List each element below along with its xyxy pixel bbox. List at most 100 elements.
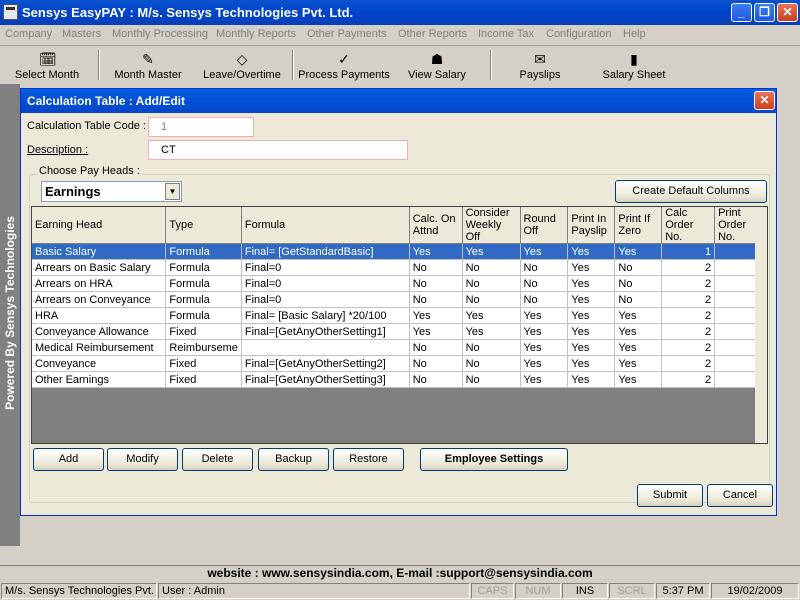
table-cell[interactable]: Final=[GetAnyOtherSetting1] — [241, 323, 410, 340]
close-app-button[interactable]: ✕ — [777, 3, 798, 22]
table-cell[interactable]: No — [520, 291, 569, 308]
col-formula[interactable]: Formula — [241, 207, 410, 244]
leave-overtime-button[interactable]: ◇ Leave/Overtime — [200, 48, 284, 82]
table-cell[interactable]: No — [409, 291, 463, 308]
table-cell[interactable]: HRA — [32, 307, 167, 324]
table-cell[interactable]: Yes — [409, 307, 463, 324]
table-cell[interactable]: Yes — [567, 243, 616, 260]
table-cell[interactable]: Yes — [462, 243, 521, 260]
payslips-button[interactable]: ✉ Payslips — [508, 48, 572, 82]
chevron-down-icon[interactable]: ▼ — [165, 183, 180, 200]
table-cell[interactable]: Yes — [462, 323, 521, 340]
description-field[interactable]: CT — [148, 140, 408, 160]
table-cell[interactable]: No — [409, 355, 463, 372]
table-cell[interactable]: Conveyance Allowance — [32, 323, 167, 340]
table-cell[interactable]: Arrears on Conveyance — [32, 291, 167, 308]
table-cell[interactable]: No — [614, 291, 663, 308]
delete-button[interactable]: Delete — [182, 448, 253, 471]
table-row[interactable]: HRA Formula Final= [Basic Salary] *20/100 Y… — [32, 307, 767, 324]
minimize-button[interactable]: _ — [731, 3, 752, 22]
process-payments-button[interactable]: ✓ Process Payments — [298, 48, 390, 82]
menu-monthly-reports[interactable]: Monthly Reports — [216, 28, 296, 40]
table-cell[interactable]: Yes — [614, 339, 663, 356]
code-field[interactable]: 1 — [148, 117, 254, 137]
table-cell[interactable]: No — [520, 275, 569, 292]
table-cell[interactable]: 2 — [661, 355, 716, 372]
backup-button[interactable]: Backup — [258, 448, 329, 471]
table-cell[interactable]: 2 — [661, 291, 716, 308]
table-cell[interactable]: No — [614, 275, 663, 292]
table-cell[interactable]: Conveyance — [32, 355, 167, 372]
table-cell[interactable]: No — [462, 339, 521, 356]
table-cell[interactable]: Medical Reimbursement — [32, 339, 167, 356]
table-cell[interactable]: Reimburseme — [165, 339, 242, 356]
table-cell[interactable]: No — [462, 275, 521, 292]
table-cell[interactable]: 2 — [661, 371, 716, 388]
table-cell[interactable]: Yes — [520, 371, 569, 388]
add-button[interactable]: Add — [33, 448, 104, 471]
table-cell[interactable]: 1 — [661, 243, 716, 260]
table-cell[interactable]: No — [409, 275, 463, 292]
table-cell[interactable]: Yes — [614, 243, 663, 260]
table-cell[interactable]: Yes — [614, 323, 663, 340]
table-cell[interactable]: Yes — [462, 307, 521, 324]
table-row[interactable]: Basic Salary Formula Final= [GetStandardBa… — [32, 243, 767, 260]
table-cell[interactable]: Final=0 — [241, 275, 410, 292]
table-cell[interactable]: Yes — [567, 371, 616, 388]
pay-head-select[interactable]: Earnings ▼ — [41, 181, 182, 202]
table-cell[interactable]: Yes — [520, 243, 569, 260]
menu-configuration[interactable]: Configuration — [546, 28, 611, 40]
table-cell[interactable]: Formula — [165, 291, 242, 308]
create-default-columns-button[interactable]: Create Default Columns — [615, 180, 767, 203]
table-cell[interactable]: Yes — [567, 259, 616, 276]
table-cell[interactable]: 2 — [661, 307, 716, 324]
table-cell[interactable]: Yes — [520, 323, 569, 340]
select-month-button[interactable]: 🗓 Select Month — [8, 48, 86, 82]
table-row[interactable]: Medical Reimbursement Reimburseme No No Yes Y… — [32, 339, 767, 356]
table-cell[interactable]: No — [462, 291, 521, 308]
table-cell[interactable]: Formula — [165, 259, 242, 276]
table-cell[interactable]: Arrears on Basic Salary — [32, 259, 167, 276]
menu-other-reports[interactable]: Other Reports — [398, 28, 467, 40]
table-row[interactable]: Other Earnings Fixed Final=[GetAnyOtherSet… — [32, 371, 767, 388]
col-calc-order[interactable]: Calc Order No. — [661, 207, 716, 244]
restore-button-dialog[interactable]: Restore — [333, 448, 404, 471]
view-salary-button[interactable]: ☗ View Salary — [404, 48, 470, 82]
col-round-off[interactable]: Round Off — [520, 207, 569, 244]
table-row[interactable]: Conveyance Allowance Fixed Final=[GetAnyOt… — [32, 323, 767, 340]
table-cell[interactable]: No — [614, 259, 663, 276]
table-cell[interactable]: Yes — [567, 323, 616, 340]
grid-vertical-scrollbar[interactable] — [755, 207, 767, 443]
table-cell[interactable]: Yes — [614, 371, 663, 388]
restore-button[interactable]: ❐ — [754, 3, 775, 22]
menu-monthly-processing[interactable]: Monthly Processing — [112, 28, 208, 40]
modify-button[interactable]: Modify — [107, 448, 178, 471]
table-cell[interactable]: Yes — [520, 355, 569, 372]
table-cell[interactable]: Final=0 — [241, 291, 410, 308]
table-cell[interactable]: Final=[GetAnyOtherSetting3] — [241, 371, 410, 388]
table-cell[interactable]: Arrears on HRA — [32, 275, 167, 292]
table-cell[interactable]: 2 — [661, 275, 716, 292]
table-cell[interactable]: No — [462, 355, 521, 372]
table-cell[interactable] — [241, 339, 410, 356]
table-cell[interactable]: Yes — [614, 355, 663, 372]
table-cell[interactable]: Final= [GetStandardBasic] — [241, 243, 410, 260]
table-cell[interactable]: Yes — [567, 339, 616, 356]
menu-other-payments[interactable]: Other Payments — [307, 28, 386, 40]
table-row[interactable]: Arrears on Conveyance Formula Final=0 No No N… — [32, 291, 767, 308]
table-cell[interactable]: Fixed — [165, 371, 242, 388]
table-cell[interactable]: Yes — [409, 243, 463, 260]
table-cell[interactable]: Yes — [520, 307, 569, 324]
menu-company[interactable]: Company — [5, 28, 52, 40]
table-row[interactable]: Arrears on Basic Salary Formula Final=0 No N… — [32, 259, 767, 276]
table-cell[interactable]: 2 — [661, 259, 716, 276]
table-row[interactable]: Arrears on HRA Formula Final=0 No No No Yes No 2… — [32, 275, 767, 292]
col-type[interactable]: Type — [165, 207, 242, 244]
col-print-in-payslip[interactable]: Print In Payslip — [567, 207, 616, 244]
table-cell[interactable]: Yes — [520, 339, 569, 356]
table-cell[interactable]: No — [409, 371, 463, 388]
table-cell[interactable]: No — [520, 259, 569, 276]
table-cell[interactable]: Formula — [165, 307, 242, 324]
table-cell[interactable]: Yes — [567, 355, 616, 372]
col-print-if-zero[interactable]: Print If Zero — [614, 207, 663, 244]
